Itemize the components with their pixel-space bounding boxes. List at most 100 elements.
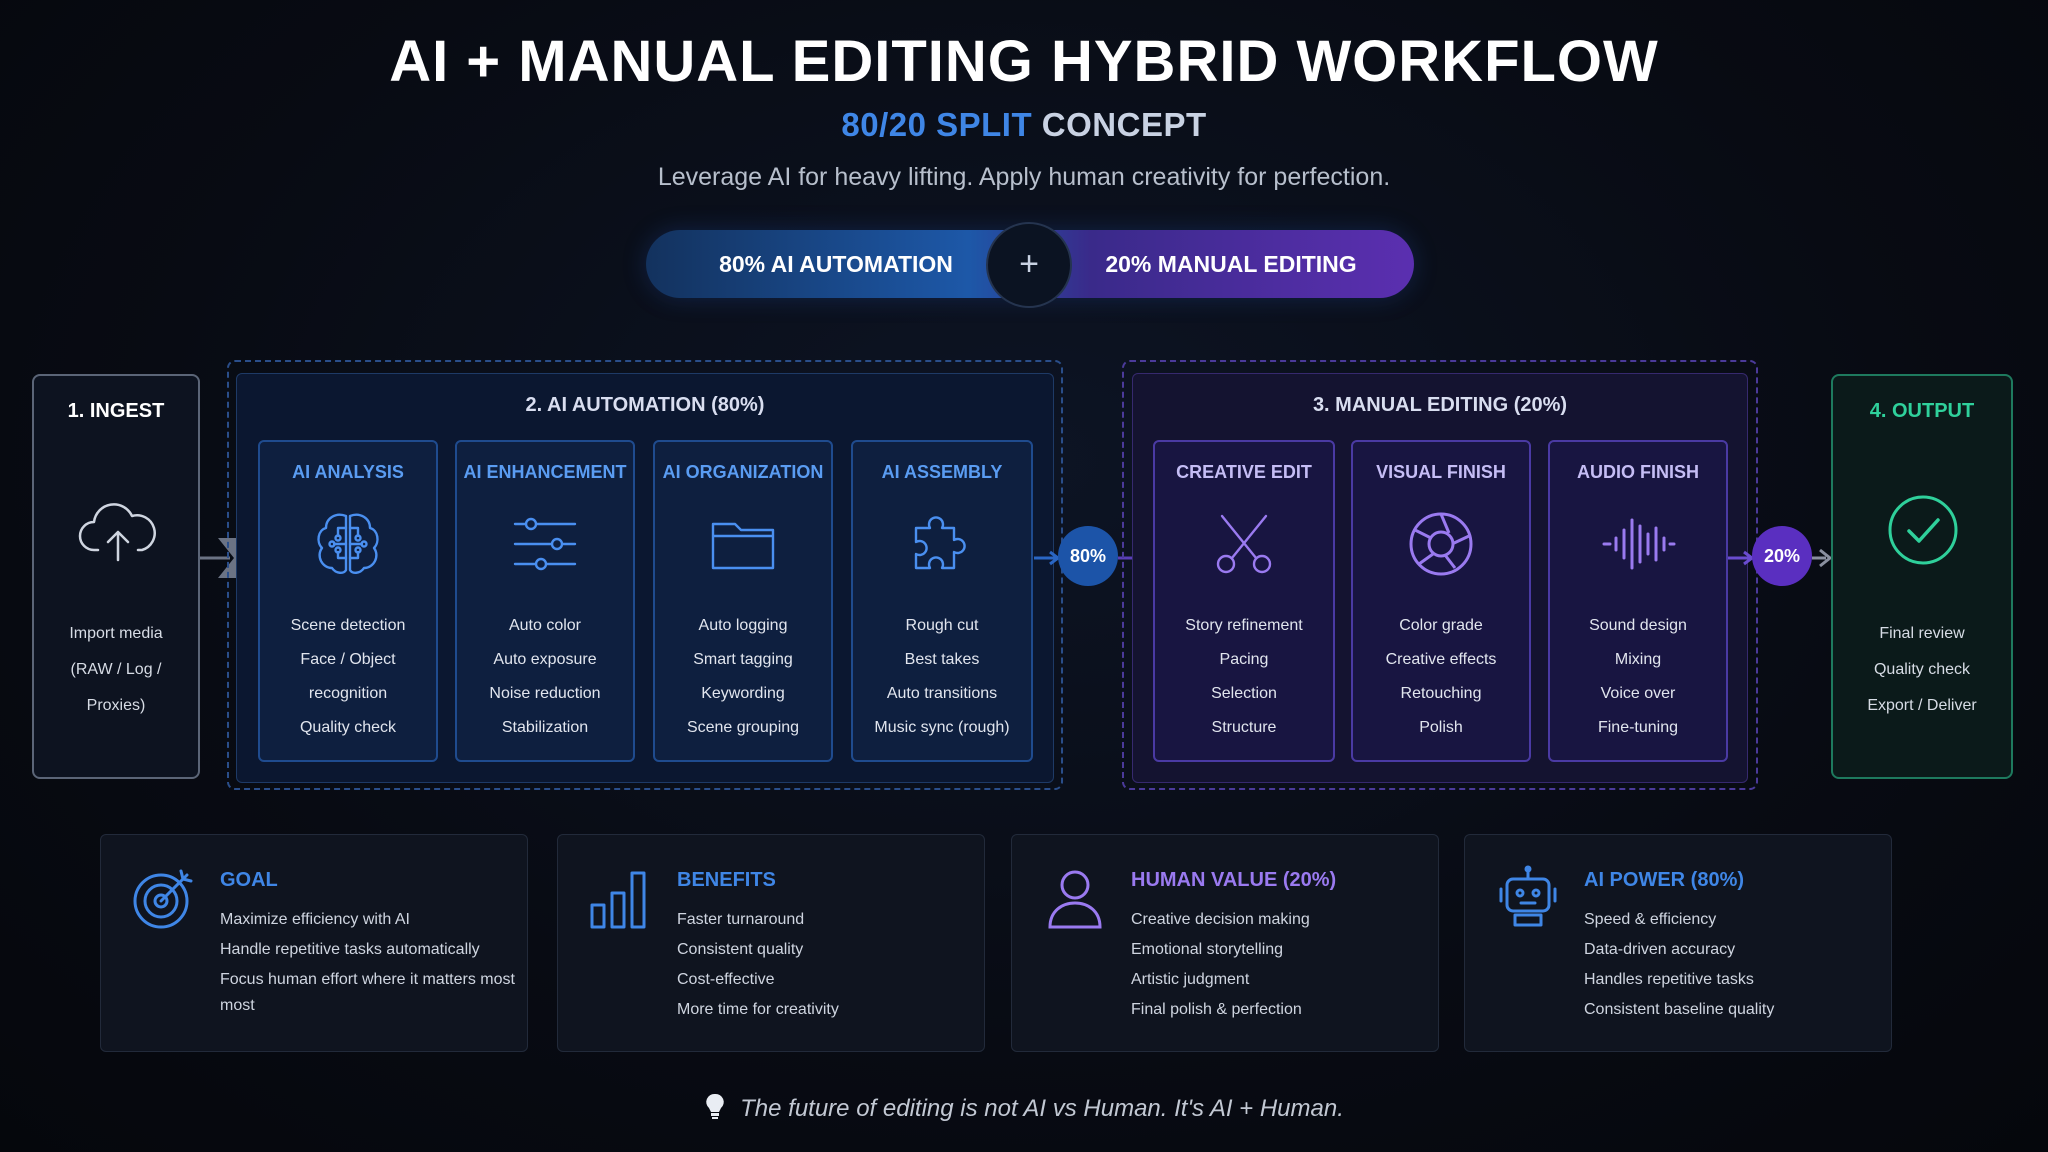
target-icon xyxy=(133,869,193,929)
panel-item: Speed & efficiency xyxy=(1584,911,1717,928)
panel-item: Handle repetitive tasks automatically xyxy=(220,941,480,958)
panel-item: Consistent quality xyxy=(677,941,804,958)
ingest-lines: Import media (RAW / Log / Proxies) xyxy=(34,616,198,724)
card-items: Auto color Auto exposure Noise reduction… xyxy=(457,609,633,745)
plus-icon: + xyxy=(986,222,1072,308)
footer-quote: The future of editing is not AI vs Human… xyxy=(0,1092,2048,1123)
ingest-title: 1. INGEST xyxy=(67,400,165,422)
panel-item: Final polish & perfection xyxy=(1131,1001,1302,1018)
card-item: Best takes xyxy=(904,651,980,668)
panel-item: Artistic judgment xyxy=(1131,971,1250,988)
check-circle-icon xyxy=(1888,495,1958,565)
panel-item: Maximize efficiency with AI xyxy=(220,911,410,928)
panel-item: Focus human effort where it matters most… xyxy=(220,971,515,1014)
manual-group-title: 3. MANUAL EDITING (20%) xyxy=(1312,394,1568,416)
panel-ai-power: AI POWER (80%) Speed & efficiency Data-d… xyxy=(1464,834,1892,1052)
card-title: AI ORGANIZATION xyxy=(662,462,824,482)
card-items: Color grade Creative effects Retouching … xyxy=(1353,609,1529,745)
card-audio-finish: AUDIO FINISH Sound design Mixing Voice o… xyxy=(1548,440,1728,762)
aperture-icon xyxy=(1409,512,1473,576)
card-ai-assembly: AI ASSEMBLY Rough cut Best takes Auto tr… xyxy=(851,440,1033,762)
card-item: Auto color xyxy=(508,617,582,634)
person-icon xyxy=(1048,870,1102,929)
page-title: AI + MANUAL EDITING HYBRID WORKFLOW xyxy=(389,29,1659,94)
footer-text: The future of editing is not AI vs Human… xyxy=(740,1095,1344,1122)
output-line: Final review xyxy=(1879,625,1965,642)
sliders-icon xyxy=(513,517,577,571)
panel-title: AI POWER (80%) xyxy=(1584,869,1745,891)
waveform-icon xyxy=(1602,518,1676,570)
page-subtitle: 80/20 SPLIT CONCEPT xyxy=(0,106,2048,144)
ingest-line: Import media xyxy=(69,625,163,642)
split-ai-label: 80% AI AUTOMATION xyxy=(719,251,953,277)
card-visual-finish: VISUAL FINISH Color grade Creative effec… xyxy=(1351,440,1531,762)
card-item: Noise reduction xyxy=(489,685,601,702)
panel-item: Creative decision making xyxy=(1131,911,1310,928)
card-item: Auto logging xyxy=(698,617,788,634)
ai-share-badge: 80% xyxy=(1058,526,1118,586)
panel-item: Faster turnaround xyxy=(677,911,805,928)
output-title: 4. OUTPUT xyxy=(1869,400,1975,422)
ingest-line: Proxies) xyxy=(86,697,146,714)
panel-item: Consistent baseline quality xyxy=(1584,1001,1775,1018)
scissors-icon xyxy=(1216,514,1272,574)
card-item: Creative effects xyxy=(1385,651,1497,668)
card-item: Auto transitions xyxy=(886,685,998,702)
card-item: Story refinement xyxy=(1185,617,1303,634)
card-items: Auto logging Smart tagging Keywording Sc… xyxy=(655,609,831,745)
card-ai-enhancement: AI ENHANCEMENT Auto color Auto exposure … xyxy=(455,440,635,762)
panel-title: GOAL xyxy=(220,869,278,891)
card-creative-edit: CREATIVE EDIT Story refinement Pacing Se… xyxy=(1153,440,1335,762)
card-title: AUDIO FINISH xyxy=(1576,462,1699,482)
card-item: Retouching xyxy=(1400,685,1482,702)
output-lines: Final review Quality check Export / Deli… xyxy=(1833,616,2011,724)
panel-item: Handles repetitive tasks xyxy=(1584,971,1754,988)
card-items: Story refinement Pacing Selection Struct… xyxy=(1155,609,1333,745)
card-item: Selection xyxy=(1211,685,1277,702)
cloud-upload-icon xyxy=(78,503,156,562)
card-item: recognition xyxy=(308,685,388,702)
panel-item: Emotional storytelling xyxy=(1131,941,1284,958)
panel-list: Faster turnaround Consistent quality Cos… xyxy=(677,907,977,1027)
card-ai-analysis: AI ANALYSIS Scene detection Face / Objec… xyxy=(258,440,438,762)
bar-chart-icon xyxy=(590,871,646,929)
panel-benefits: BENEFITS Faster turnaround Consistent qu… xyxy=(557,834,985,1052)
card-item: Sound design xyxy=(1589,617,1687,634)
card-item: Pacing xyxy=(1219,651,1269,668)
card-item: Auto exposure xyxy=(493,651,597,668)
ingest-stage: 1. INGEST Import media (RAW / Log / Prox… xyxy=(32,374,200,779)
panel-item: More time for creativity xyxy=(677,1001,839,1018)
panel-list: Maximize efficiency with AI Handle repet… xyxy=(220,907,520,1023)
card-item: Structure xyxy=(1211,719,1277,736)
card-title: AI ANALYSIS xyxy=(292,462,404,482)
card-item: Music sync (rough) xyxy=(874,719,1010,736)
subtitle-rest: CONCEPT xyxy=(1041,106,1207,143)
card-item: Smart tagging xyxy=(693,651,793,668)
card-items: Sound design Mixing Voice over Fine-tuni… xyxy=(1550,609,1726,745)
card-item: Color grade xyxy=(1399,617,1483,634)
card-item: Face / Object xyxy=(300,651,396,668)
card-item: Scene detection xyxy=(290,617,406,634)
card-title: AI ENHANCEMENT xyxy=(463,462,627,482)
card-ai-organization: AI ORGANIZATION Auto logging Smart taggi… xyxy=(653,440,833,762)
puzzle-icon xyxy=(914,516,966,570)
card-items: Scene detection Face / Object recognitio… xyxy=(260,609,436,745)
card-title: AI ASSEMBLY xyxy=(881,462,1003,482)
card-item: Quality check xyxy=(299,719,397,736)
tagline: Leverage AI for heavy lifting. Apply hum… xyxy=(657,163,1391,191)
brain-icon xyxy=(317,513,379,574)
card-item: Scene grouping xyxy=(686,719,800,736)
card-title: VISUAL FINISH xyxy=(1376,462,1506,482)
ingest-line: (RAW / Log / xyxy=(70,661,162,678)
card-item: Rough cut xyxy=(905,617,979,634)
panel-title: BENEFITS xyxy=(677,869,776,891)
robot-icon xyxy=(1499,865,1557,927)
folder-icon xyxy=(711,522,775,570)
card-item: Polish xyxy=(1419,719,1463,736)
card-item: Fine-tuning xyxy=(1597,719,1679,736)
card-item: Voice over xyxy=(1600,685,1676,702)
card-item: Keywording xyxy=(701,685,785,702)
panel-list: Speed & efficiency Data-driven accuracy … xyxy=(1584,907,1884,1027)
card-item: Stabilization xyxy=(501,719,589,736)
subtitle-highlight: 80/20 SPLIT xyxy=(841,106,1033,143)
